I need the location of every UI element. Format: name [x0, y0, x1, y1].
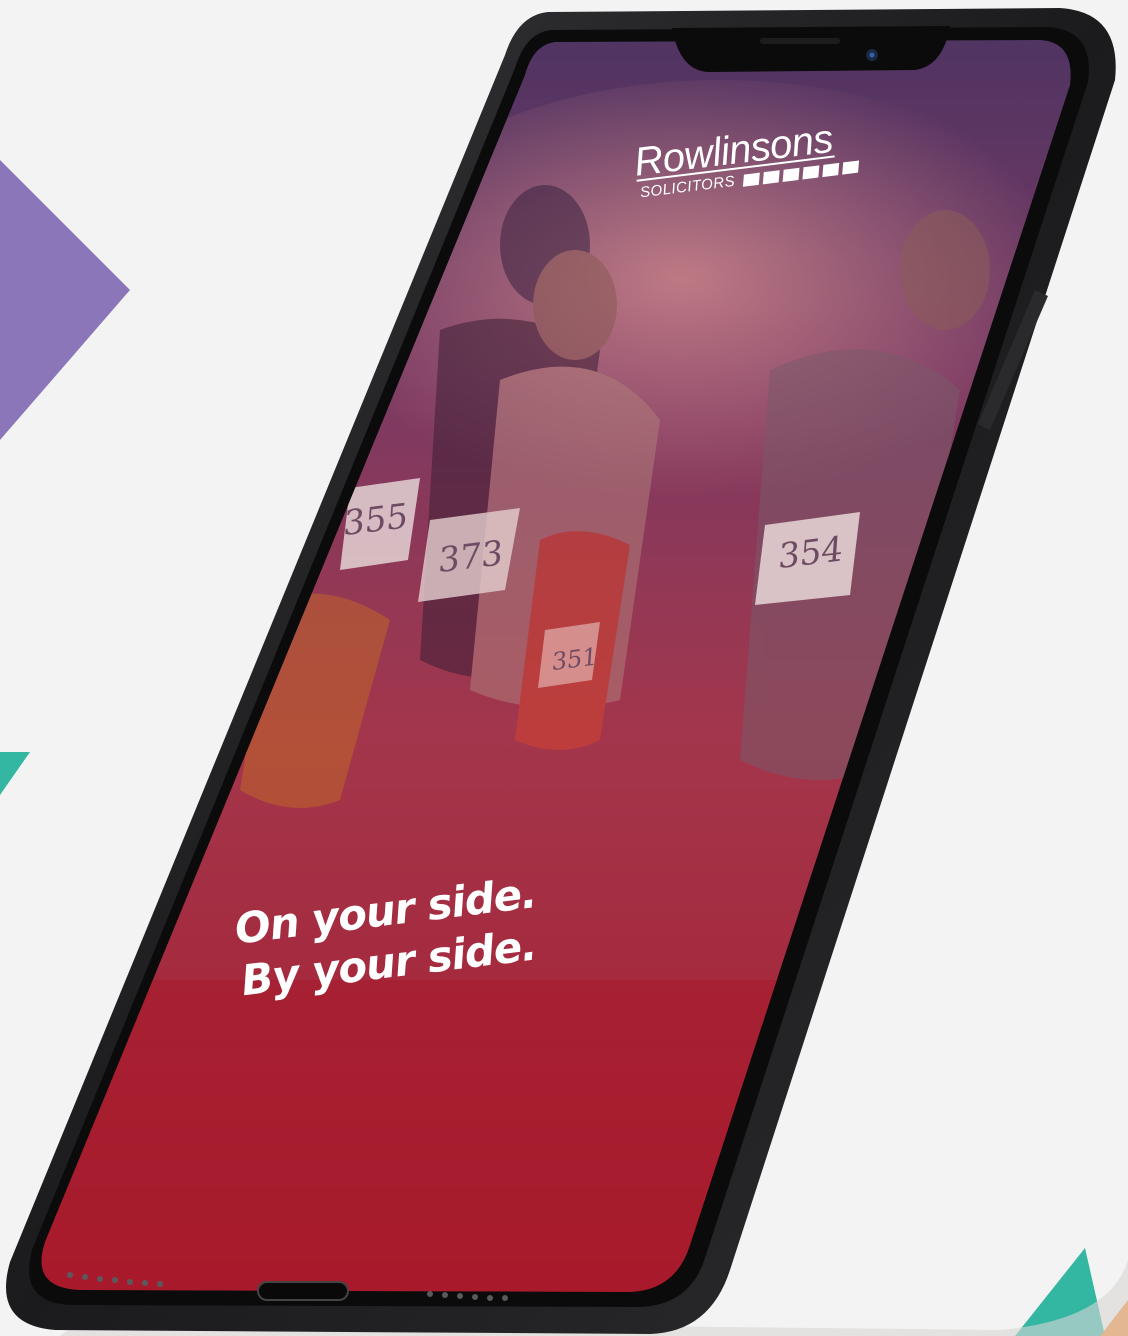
phone-screen: 355 373 354 351: [41, 40, 1071, 1292]
charging-port: [257, 1281, 349, 1301]
bib-number: 351: [550, 643, 599, 676]
bib-number: 354: [776, 529, 845, 577]
bib-number: 373: [436, 533, 505, 581]
purple-diamond-shape: [0, 160, 130, 440]
phone-notch: [672, 26, 950, 72]
scene: 355 373 354 351: [0, 8, 1128, 1336]
speaker-grille: [760, 38, 840, 44]
teal-triangle-shape: [0, 752, 30, 795]
bib-number: 355: [341, 496, 410, 544]
